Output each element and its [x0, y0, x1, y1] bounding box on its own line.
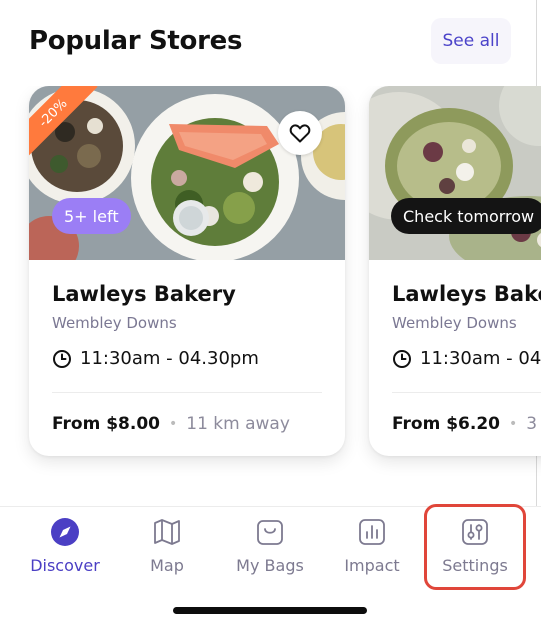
- tab-label: Map: [150, 556, 184, 575]
- store-image: -20% 5+ left: [29, 86, 345, 260]
- card-divider: [52, 392, 322, 393]
- settings-highlight-outline: [424, 504, 526, 590]
- favorite-button[interactable]: [278, 111, 322, 155]
- home-indicator: [173, 607, 367, 614]
- price-row: From $8.00 • 11 km away: [52, 414, 290, 434]
- tab-my-bags[interactable]: My Bags: [215, 507, 325, 595]
- store-name: Lawleys Bakery: [392, 282, 541, 306]
- separator-dot: •: [509, 416, 518, 432]
- price-text: From $6.20: [392, 414, 500, 434]
- price-text: From $8.00: [52, 414, 160, 434]
- store-suburb: Wembley Downs: [392, 314, 517, 332]
- pickup-hours: 11:30am - 04.30pm: [52, 348, 259, 369]
- hours-text: 11:30am - 04.30pm: [420, 348, 541, 369]
- card-divider: [392, 392, 541, 393]
- tab-label: Impact: [344, 556, 400, 575]
- bag-icon: [255, 517, 285, 547]
- pickup-hours: 11:30am - 04.30pm: [392, 348, 541, 369]
- store-card[interactable]: -20% 5+ left Lawleys Bakery Wembley Down…: [29, 86, 345, 456]
- tab-map[interactable]: Map: [112, 507, 222, 595]
- heart-outline-icon: [289, 124, 311, 143]
- availability-badge: Check tomorrow: [391, 198, 541, 234]
- tab-discover[interactable]: Discover: [10, 507, 120, 595]
- separator-dot: •: [169, 416, 178, 432]
- distance-text: 11 km away: [186, 414, 290, 434]
- page-title: Popular Stores: [29, 26, 243, 56]
- header: Popular Stores See all: [0, 0, 541, 86]
- clock-icon: [393, 349, 411, 368]
- tab-label: Discover: [30, 556, 100, 575]
- price-row: From $6.20 • 3: [392, 414, 537, 434]
- distance-text: 3: [526, 414, 538, 434]
- compass-icon: [50, 517, 80, 547]
- store-suburb: Wembley Downs: [52, 314, 177, 332]
- store-card[interactable]: Check tomorrow Lawleys Bakery Wembley Do…: [369, 86, 541, 456]
- tab-impact[interactable]: Impact: [317, 507, 427, 595]
- stores-carousel[interactable]: -20% 5+ left Lawleys Bakery Wembley Down…: [0, 86, 541, 476]
- availability-badge: 5+ left: [52, 198, 131, 234]
- clock-icon: [53, 349, 71, 368]
- bar-chart-icon: [357, 517, 387, 547]
- hours-text: 11:30am - 04.30pm: [80, 348, 259, 369]
- map-icon: [152, 517, 182, 547]
- tab-label: My Bags: [236, 556, 304, 575]
- see-all-button[interactable]: See all: [431, 18, 511, 64]
- store-image: Check tomorrow: [369, 86, 541, 260]
- store-name: Lawleys Bakery: [52, 282, 236, 306]
